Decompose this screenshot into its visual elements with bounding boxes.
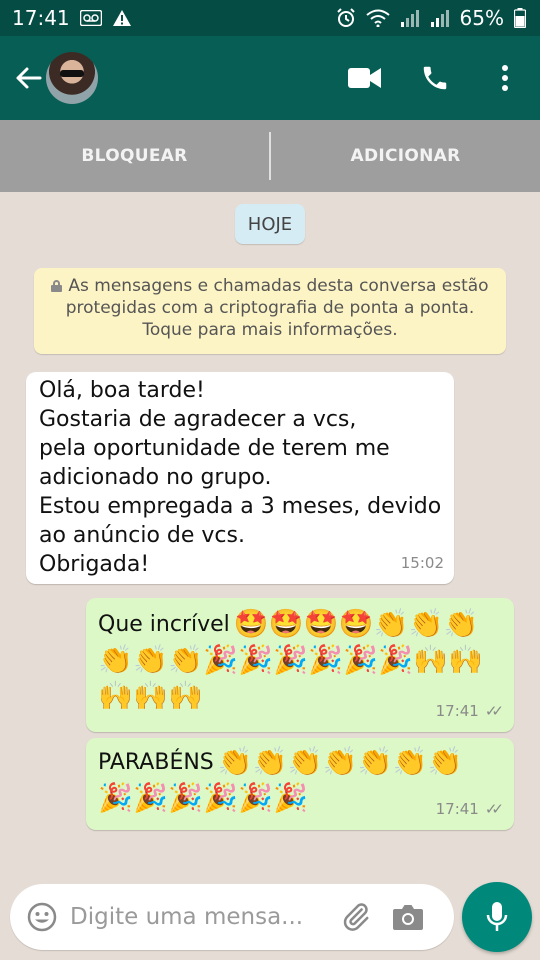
message-text: Olá, boa tarde! Gostaria de agradecer a …: [39, 378, 442, 577]
signal-icon: [400, 9, 420, 27]
party-popper-emoji: 🎉: [238, 643, 273, 676]
message-outgoing[interactable]: PARABÉNS 👏 👏 👏 👏 👏 👏 👏 🎉 🎉 🎉 🎉 🎉 🎉 17:41…: [86, 738, 514, 830]
message-incoming[interactable]: Olá, boa tarde! Gostaria de agradecer a …: [26, 372, 454, 584]
party-popper-emoji: 🎉: [343, 643, 378, 676]
party-popper-emoji: 🎉: [203, 781, 238, 814]
party-popper-emoji: 🎉: [168, 781, 203, 814]
warning-icon: [112, 9, 132, 27]
signal-icon: [430, 9, 450, 27]
message-composer: [10, 884, 454, 950]
clapping-emoji: 👏: [252, 745, 288, 778]
party-popper-emoji: 🎉: [273, 781, 308, 814]
clapping-emoji: 👏: [443, 607, 479, 640]
clapping-emoji: 👏: [217, 745, 253, 778]
party-popper-emoji: 🎉: [238, 781, 273, 814]
clapping-emoji: 👏: [168, 643, 203, 676]
back-button[interactable]: [8, 48, 48, 108]
encryption-notice[interactable]: As mensagens e chamadas desta conversa e…: [34, 268, 506, 354]
status-time: 17:41: [12, 6, 70, 30]
unknown-contact-bar: BLOQUEAR ADICIONAR: [0, 120, 540, 192]
emoji-icon: [27, 902, 57, 932]
more-options-button[interactable]: [470, 43, 540, 113]
video-call-button[interactable]: [330, 43, 400, 113]
chat-header: [0, 36, 540, 120]
raising-hands-emoji: 🙌: [413, 643, 448, 676]
clapping-emoji: 👏: [322, 745, 358, 778]
add-contact-button[interactable]: ADICIONAR: [271, 146, 540, 166]
clapping-emoji: 👏: [392, 745, 428, 778]
camera-button[interactable]: [382, 889, 434, 945]
read-ticks-icon: ✓✓: [484, 800, 504, 818]
message-meta: 17:41 ✓✓: [436, 795, 504, 824]
message-time: 15:02: [400, 554, 444, 572]
back-arrow-icon: [16, 67, 42, 89]
message-text: Que incrível: [98, 611, 230, 637]
party-popper-emoji: 🎉: [203, 643, 238, 676]
raising-hands-emoji: 🙌: [133, 679, 168, 712]
clapping-emoji: 👏: [287, 745, 323, 778]
encryption-notice-text: As mensagens e chamadas desta conversa e…: [65, 276, 489, 340]
emoji-line: 👏 👏 👏 🎉 🎉 🎉 🎉 🎉 🎉 🙌 🙌: [98, 642, 504, 678]
message-outgoing[interactable]: Que incrível 🤩 🤩 🤩 🤩 👏 👏 👏 👏 👏 👏 🎉 🎉 🎉 🎉…: [86, 598, 514, 732]
message-meta: 17:41 ✓✓: [436, 697, 504, 726]
clapping-emoji: 👏: [133, 643, 168, 676]
video-call-icon: [348, 68, 381, 88]
party-popper-emoji: 🎉: [378, 643, 413, 676]
message-line: PARABÉNS 👏 👏 👏 👏 👏 👏 👏: [98, 744, 504, 780]
phone-call-icon: [423, 66, 447, 90]
more-vert-icon: [502, 65, 508, 91]
voice-call-button[interactable]: [400, 43, 470, 113]
clapping-emoji: 👏: [357, 745, 393, 778]
camera-icon: [393, 905, 423, 930]
avatar[interactable]: [46, 52, 98, 104]
party-popper-emoji: 🎉: [133, 781, 168, 814]
lock-icon: [51, 280, 63, 292]
battery-icon: [514, 8, 526, 28]
clapping-emoji: 👏: [427, 745, 463, 778]
date-chip: HOJE: [235, 204, 305, 244]
status-bar: 17:41 65%: [0, 0, 540, 36]
clapping-emoji: 👏: [98, 643, 133, 676]
voicemail-icon: [79, 10, 102, 26]
raising-hands-emoji: 🙌: [448, 643, 483, 676]
clapping-emoji: 👏: [408, 607, 444, 640]
raising-hands-emoji: 🙌: [168, 679, 203, 712]
star-struck-emoji: 🤩: [338, 607, 374, 640]
attach-button[interactable]: [330, 889, 382, 945]
emoji-button[interactable]: [14, 889, 70, 945]
wifi-icon: [365, 9, 390, 27]
star-struck-emoji: 🤩: [233, 607, 269, 640]
paperclip-icon: [343, 903, 369, 931]
message-input[interactable]: [70, 904, 330, 930]
clapping-emoji: 👏: [373, 607, 409, 640]
party-popper-emoji: 🎉: [273, 643, 308, 676]
party-popper-emoji: 🎉: [98, 781, 133, 814]
battery-percent: 65%: [459, 6, 504, 30]
message-meta: 15:02: [401, 549, 444, 578]
message-time: 17:41: [435, 800, 479, 818]
raising-hands-emoji: 🙌: [98, 679, 133, 712]
alarm-icon: [336, 8, 356, 28]
mic-icon: [486, 902, 508, 931]
chat-area[interactable]: HOJE As mensagens e chamadas desta conve…: [0, 192, 540, 960]
block-button[interactable]: BLOQUEAR: [0, 146, 269, 166]
message-time: 17:41: [435, 702, 479, 720]
party-popper-emoji: 🎉: [308, 643, 343, 676]
star-struck-emoji: 🤩: [303, 607, 339, 640]
message-text: PARABÉNS: [98, 749, 214, 775]
message-line: Que incrível 🤩 🤩 🤩 🤩 👏 👏 👏: [98, 606, 504, 642]
star-struck-emoji: 🤩: [268, 607, 304, 640]
read-ticks-icon: ✓✓: [484, 702, 504, 720]
voice-record-button[interactable]: [462, 882, 532, 952]
